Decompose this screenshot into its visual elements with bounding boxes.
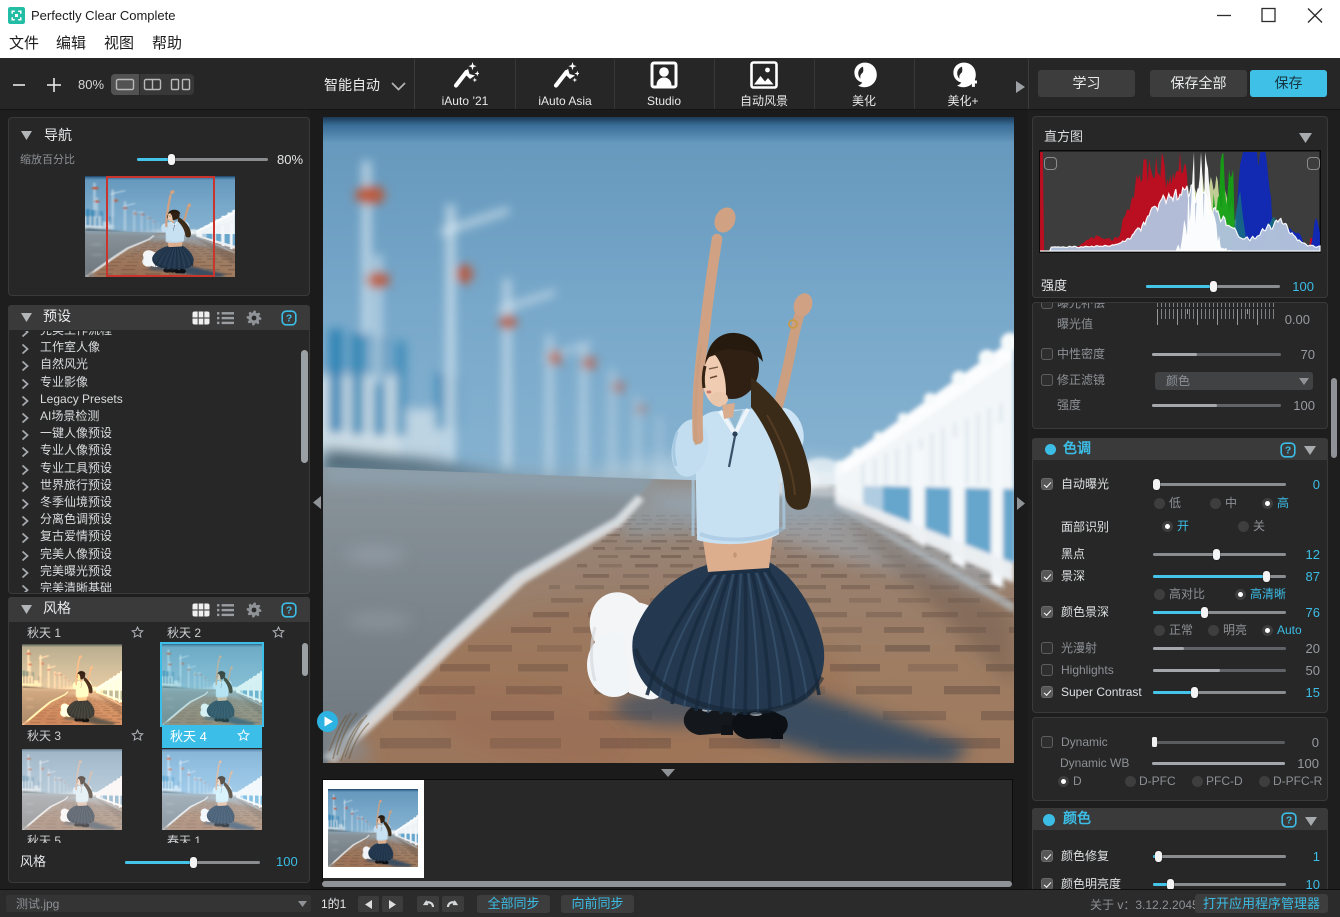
- svg-text:?: ?: [286, 606, 292, 617]
- svg-text:?: ?: [1285, 446, 1291, 457]
- svg-text:?: ?: [286, 314, 292, 325]
- svg-text:?: ?: [1286, 816, 1292, 827]
